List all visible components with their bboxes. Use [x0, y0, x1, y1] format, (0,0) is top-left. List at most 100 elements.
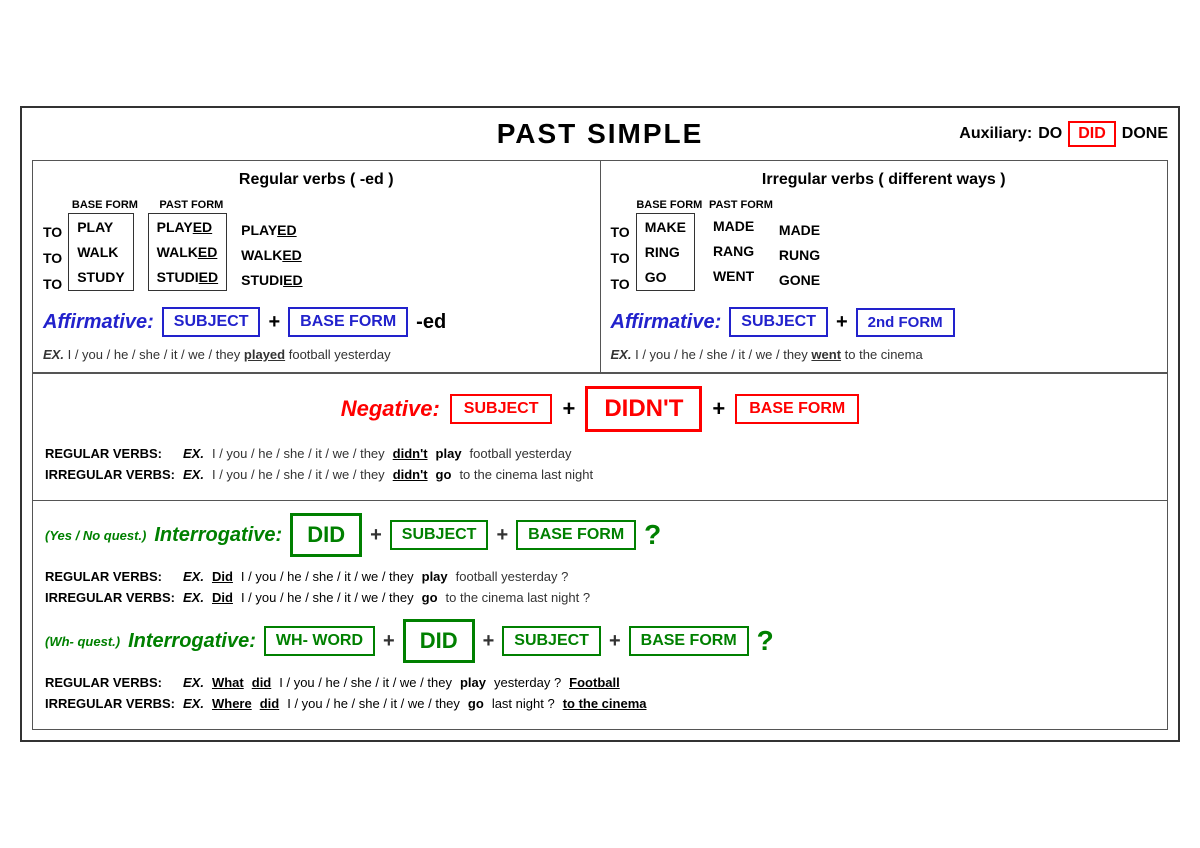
wh-irregular-rest: last night ?	[492, 696, 555, 711]
neg-irregular-example: IRREGULAR VERBS: EX. I / you / he / she …	[45, 467, 1155, 482]
negative-section: Negative: SUBJECT + DIDN'T + BASE FORM R…	[32, 373, 1168, 501]
ex-label-left: EX.	[43, 347, 64, 362]
yn-irregular-ex-label: EX.	[183, 590, 204, 605]
base-verb-walk: WALK	[77, 241, 124, 263]
neg-regular-rest: football yesterday	[470, 446, 572, 461]
interrog-label-yn: Interrogative:	[154, 524, 282, 547]
base-verb-study: STUDY	[77, 266, 124, 288]
wh-plus2: +	[483, 630, 495, 653]
page-title: PAST SIMPLE	[497, 118, 704, 150]
example-right: EX. I / you / he / she / it / we / they …	[611, 347, 1158, 362]
second-form-box-right: 2nd FORM	[856, 308, 955, 337]
yn-plus1: +	[370, 524, 382, 547]
neg-irregular-type: IRREGULAR VERBS:	[45, 467, 175, 482]
yn-irregular-type: IRREGULAR VERBS:	[45, 590, 175, 605]
neg-base-form-box: BASE FORM	[735, 394, 859, 424]
wh-regular-pronouns: I / you / he / she / it / we / they	[279, 675, 452, 690]
to-3: TO	[43, 271, 62, 297]
yn-question-formula: (Yes / No quest.) Interrogative: DID + S…	[45, 513, 1155, 557]
yn-subject-box: SUBJECT	[390, 520, 489, 550]
base-form-formula-box-left: BASE FORM	[288, 307, 408, 337]
yn-irregular-verb: go	[422, 590, 438, 605]
past-form-box-left: PLAYED WALKED STUDIED	[148, 213, 227, 291]
auxiliary-done: DONE	[1122, 125, 1168, 143]
ex-pronouns-left: I / you / he / she / it / we / they	[68, 347, 241, 362]
wh-irregular-ex-label: EX.	[183, 696, 204, 711]
wh-irregular-did: did	[260, 696, 280, 711]
affirmative-label-left: Affirmative:	[43, 311, 154, 334]
yn-irregular-example: IRREGULAR VERBS: EX. Did I / you / he / …	[45, 590, 1155, 605]
page-header: PAST SIMPLE Auxiliary: DO DID DONE	[32, 118, 1168, 150]
irr-to-3: TO	[611, 271, 630, 297]
subject-box-right: SUBJECT	[729, 307, 828, 337]
negative-formula: Negative: SUBJECT + DIDN'T + BASE FORM	[45, 386, 1155, 432]
yn-question-mark: ?	[644, 519, 661, 551]
yn-regular-did: Did	[212, 569, 233, 584]
wh-regular-type: REGULAR VERBS:	[45, 675, 175, 690]
subject-box-left: SUBJECT	[162, 307, 261, 337]
wh-irregular-word: Where	[212, 696, 252, 711]
past-verb-studied1: STUDIED	[157, 266, 218, 288]
neg-regular-type: REGULAR VERBS:	[45, 446, 175, 461]
ex-rest-right: to the cinema	[845, 347, 923, 362]
neg-didnt-box: DIDN'T	[585, 386, 702, 432]
irr-base-verb-ring: RING	[645, 241, 686, 263]
wh-plus1: +	[383, 630, 395, 653]
irr-past-gone: GONE	[779, 269, 820, 291]
wh-subject-box: SUBJECT	[502, 626, 601, 656]
wh-regular-word: What	[212, 675, 244, 690]
regular-verbs-section: Regular verbs ( -ed ) TO TO TO BASE FORM…	[33, 161, 601, 372]
wh-regular-did: did	[252, 675, 272, 690]
irr-to-1: TO	[611, 219, 630, 245]
yn-regular-rest: football yesterday ?	[456, 569, 569, 584]
wh-irregular-pronouns: I / you / he / she / it / we / they	[287, 696, 460, 711]
yn-regular-pronouns: I / you / he / she / it / we / they	[241, 569, 414, 584]
yn-regular-example: REGULAR VERBS: EX. Did I / you / he / sh…	[45, 569, 1155, 584]
yn-regular-verb: play	[422, 569, 448, 584]
yn-plus2: +	[496, 524, 508, 547]
wh-regular-verb: play	[460, 675, 486, 690]
neg-irregular-verb: go	[436, 467, 452, 482]
wh-did-box: DID	[403, 619, 475, 663]
neg-regular-ex-label: EX.	[183, 446, 204, 461]
irr-base-form-box: MAKE RING GO	[636, 213, 695, 291]
past-verb-walked2: WALKED	[241, 244, 302, 266]
yn-regular-type: REGULAR VERBS:	[45, 569, 175, 584]
interrog-label-wh: Interrogative:	[128, 630, 256, 653]
past-form-col-label: PAST FORM	[148, 199, 235, 211]
ex-pronouns-right: I / you / he / she / it / we / they	[635, 347, 808, 362]
auxiliary-section: Auxiliary: DO DID DONE	[959, 121, 1168, 147]
yn-irregular-pronouns: I / you / he / she / it / we / they	[241, 590, 414, 605]
wh-regular-extra: Football	[569, 675, 620, 690]
wh-irregular-example: IRREGULAR VERBS: EX. Where did I / you /…	[45, 696, 1155, 711]
yn-regular-ex-label: EX.	[183, 569, 204, 584]
irr-past-form-col-label: PAST FORM	[709, 199, 773, 211]
yn-irregular-did: Did	[212, 590, 233, 605]
ex-label-right: EX.	[611, 347, 632, 362]
wh-base-form-box: BASE FORM	[629, 626, 749, 656]
wh-irregular-verb: go	[468, 696, 484, 711]
past-verb-played1: PLAYED	[157, 216, 218, 238]
wh-regular-example: REGULAR VERBS: EX. What did I / you / he…	[45, 675, 1155, 690]
auxiliary-do: DO	[1038, 125, 1062, 143]
neg-regular-pronouns: I / you / he / she / it / we / they	[212, 446, 385, 461]
base-form-box-left: PLAY WALK STUDY	[68, 213, 133, 291]
wh-irregular-extra: to the cinema	[563, 696, 647, 711]
to-2: TO	[43, 245, 62, 271]
ex-verb-right: went	[811, 347, 841, 362]
auxiliary-label: Auxiliary:	[959, 125, 1032, 143]
irr-base-verb-go: GO	[645, 266, 686, 288]
neg-regular-didnt: didn't	[393, 446, 428, 461]
top-section: Regular verbs ( -ed ) TO TO TO BASE FORM…	[32, 160, 1168, 373]
affirmative-formula-left: Affirmative: SUBJECT + BASE FORM -ed	[43, 307, 590, 337]
wh-label: (Wh- quest.)	[45, 634, 120, 649]
negative-label: Negative:	[341, 396, 440, 422]
irr-past-made1: MADE	[713, 215, 761, 237]
irr-base-verb-make: MAKE	[645, 216, 686, 238]
irr-past-went: WENT	[713, 265, 761, 287]
base-form-col-label: BASE FORM	[68, 199, 141, 211]
base-verb-play: PLAY	[77, 216, 124, 238]
yn-base-form-box: BASE FORM	[516, 520, 636, 550]
wh-question-formula: (Wh- quest.) Interrogative: WH- WORD + D…	[45, 619, 1155, 663]
neg-irregular-ex-label: EX.	[183, 467, 204, 482]
